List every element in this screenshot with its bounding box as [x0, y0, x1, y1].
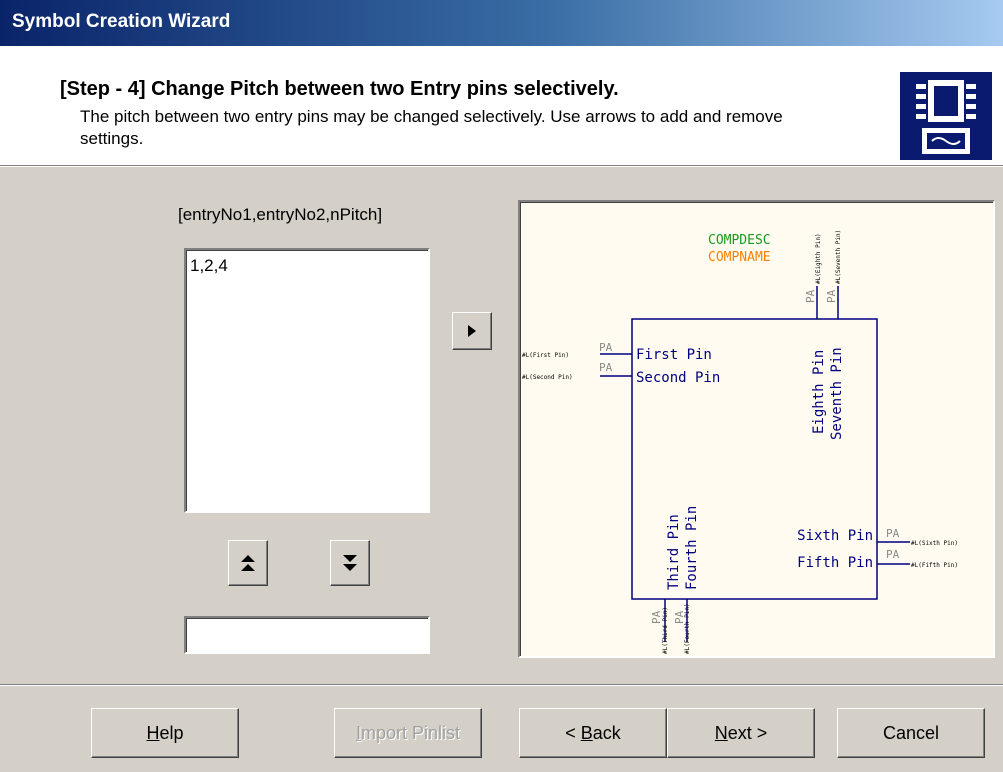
pin-ref-label: #L(Eighth Pin) — [815, 233, 822, 284]
pin-type-label: PA — [599, 361, 613, 374]
footer-separator — [0, 684, 1003, 686]
window-title-bar[interactable]: Symbol Creation Wizard — [0, 0, 1003, 46]
header-separator — [0, 165, 1003, 167]
import-pinlist-button-label: Import Pinlist — [355, 722, 461, 743]
pin-type-label: PA — [825, 289, 838, 303]
pin-ref-label: #L(First Pin) — [522, 352, 569, 359]
play-right-icon — [468, 325, 476, 337]
pitch-settings-list[interactable]: 1,2,4 — [184, 248, 430, 513]
pin-type-label: PA — [886, 548, 900, 561]
add-setting-button[interactable] — [452, 312, 492, 350]
pin-ref-label: #L(Fourth Pin) — [684, 603, 691, 654]
help-button-label: Help — [146, 722, 184, 743]
symbol-preview: COMPDESC COMPNAME #L(First Pin) #L(Secon… — [518, 200, 995, 658]
list-item[interactable]: 1,2,4 — [190, 256, 428, 278]
pin-ref-label: #L(Sixth Pin) — [911, 540, 958, 547]
pin-name-label: Fifth Pin — [797, 555, 873, 571]
comp-desc-label: COMPDESC — [708, 233, 771, 248]
pin-name-label: Fourth Pin — [684, 506, 700, 590]
help-button[interactable]: Help — [91, 708, 239, 758]
pin-type-label: PA — [599, 341, 613, 354]
cancel-button[interactable]: Cancel — [837, 708, 985, 758]
window-title: Symbol Creation Wizard — [12, 11, 231, 32]
chip-icon — [900, 72, 992, 160]
pin-name-label: Second Pin — [636, 370, 720, 386]
pitch-list-column-label: [entryNo1,entryNo2,nPitch] — [178, 205, 383, 224]
pin-name-label: Seventh Pin — [829, 347, 845, 440]
next-button-label: Next > — [714, 722, 768, 743]
pin-name-label: First Pin — [636, 347, 712, 363]
back-button[interactable]: < Back — [519, 708, 667, 758]
move-down-button[interactable] — [330, 540, 370, 586]
pin-ref-label: #L(Seventh Pin) — [835, 230, 842, 284]
symbol-preview-canvas: COMPDESC COMPNAME #L(First Pin) #L(Secon… — [522, 230, 958, 654]
step-description: The pitch between two entry pins may be … — [80, 107, 783, 148]
cancel-button-label: Cancel — [882, 722, 940, 743]
comp-name-label: COMPNAME — [708, 250, 771, 265]
pin-type-label: PA — [886, 527, 900, 540]
double-up-arrow-icon — [241, 555, 255, 571]
double-down-arrow-icon — [343, 555, 357, 571]
step-title: [Step - 4] Change Pitch between two Entr… — [60, 78, 619, 100]
next-button[interactable]: Next > — [667, 708, 815, 758]
pin-ref-label: #L(Third Pin) — [662, 607, 669, 654]
pin-name-label: Eighth Pin — [811, 350, 827, 434]
move-up-button[interactable] — [228, 540, 268, 586]
back-button-label: < Back — [565, 722, 621, 743]
pin-type-label: PA — [804, 289, 817, 303]
pin-name-label: Sixth Pin — [797, 528, 873, 544]
pin-name-label: Third Pin — [666, 514, 682, 590]
pitch-entry-field[interactable] — [184, 616, 430, 654]
pin-ref-label: #L(Second Pin) — [522, 374, 573, 381]
import-pinlist-button[interactable]: Import Pinlist — [334, 708, 482, 758]
pin-ref-label: #L(Fifth Pin) — [911, 562, 958, 569]
